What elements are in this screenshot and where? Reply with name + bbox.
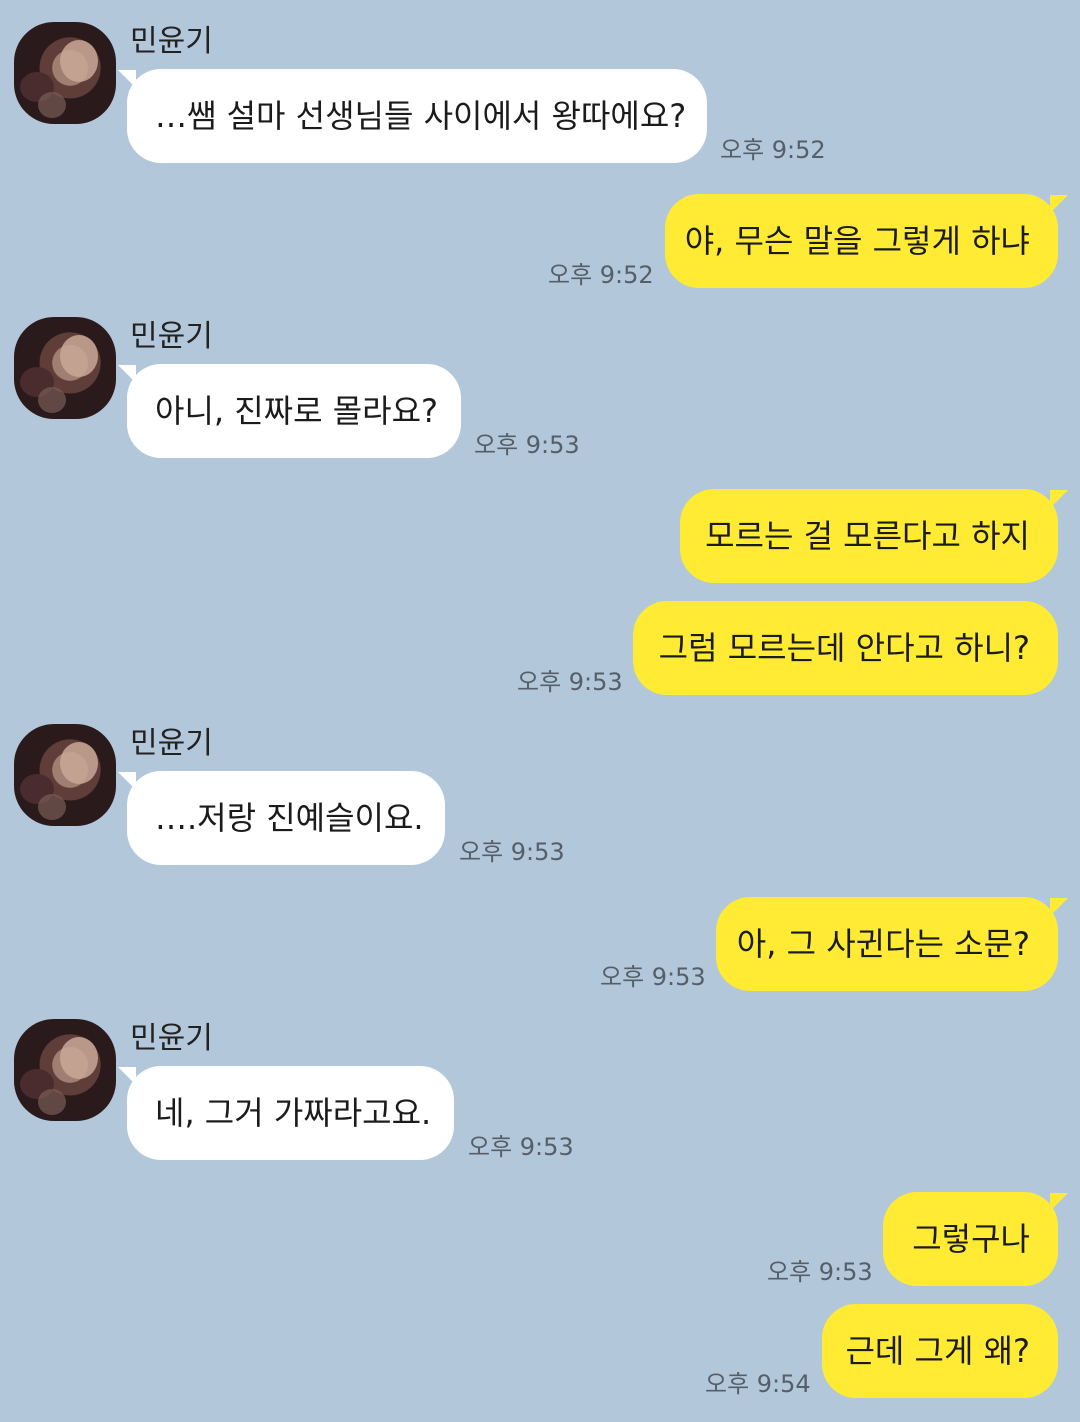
message-text: 야, 무슨 말을 그렇게 하냐 bbox=[684, 222, 1030, 260]
message-text: 근데 그게 왜? bbox=[845, 1332, 1030, 1370]
sender-name: 민윤기 bbox=[130, 319, 213, 354]
message-bubble-incoming[interactable]: 네, 그거 가짜라고요. bbox=[127, 1066, 454, 1160]
message-bubble-outgoing[interactable]: 그럼 모르는데 안다고 하니? bbox=[633, 601, 1058, 695]
message-time: 오후 9:54 bbox=[705, 1370, 811, 1398]
message-bubble-outgoing[interactable]: 아, 그 사귄다는 소문? bbox=[716, 897, 1058, 991]
message-text: 아니, 진짜로 몰라요? bbox=[155, 392, 439, 430]
message-time: 오후 9:53 bbox=[600, 963, 706, 991]
bubble-tail bbox=[1050, 898, 1068, 916]
sender-name: 민윤기 bbox=[130, 726, 213, 761]
sender-name: 민윤기 bbox=[130, 1021, 213, 1056]
message-bubble-outgoing[interactable]: 모르는 걸 모른다고 하지 bbox=[680, 489, 1058, 583]
message-time: 오후 9:53 bbox=[517, 668, 623, 696]
message-text: …쌤 설마 선생님들 사이에서 왕따에요? bbox=[155, 97, 687, 135]
message-bubble-incoming[interactable]: 아니, 진짜로 몰라요? bbox=[127, 364, 461, 458]
message-bubble-outgoing[interactable]: 근데 그게 왜? bbox=[822, 1304, 1058, 1398]
bubble-tail bbox=[1050, 490, 1068, 508]
message-bubble-incoming[interactable]: ….저랑 진예슬이요. bbox=[127, 771, 445, 865]
message-text: ….저랑 진예슬이요. bbox=[155, 799, 424, 837]
chat-area: 민윤기 …쌤 설마 선생님들 사이에서 왕따에요? 오후 9:52 야, 무슨 … bbox=[0, 0, 1080, 1422]
contact-avatar[interactable] bbox=[14, 1019, 116, 1121]
message-time: 오후 9:53 bbox=[459, 838, 565, 866]
message-time: 오후 9:53 bbox=[468, 1133, 574, 1161]
contact-avatar[interactable] bbox=[14, 22, 116, 124]
message-text: 그렇구나 bbox=[912, 1220, 1030, 1258]
message-text: 모르는 걸 모른다고 하지 bbox=[705, 517, 1030, 555]
sender-name: 민윤기 bbox=[130, 24, 213, 59]
message-bubble-incoming[interactable]: …쌤 설마 선생님들 사이에서 왕따에요? bbox=[127, 69, 707, 163]
message-time: 오후 9:52 bbox=[720, 136, 826, 164]
message-time: 오후 9:53 bbox=[474, 431, 580, 459]
contact-avatar[interactable] bbox=[14, 317, 116, 419]
bubble-tail bbox=[1050, 1193, 1068, 1211]
message-bubble-outgoing[interactable]: 야, 무슨 말을 그렇게 하냐 bbox=[665, 194, 1058, 288]
message-text: 그럼 모르는데 안다고 하니? bbox=[658, 629, 1030, 667]
message-time: 오후 9:53 bbox=[767, 1258, 873, 1286]
message-text: 아, 그 사귄다는 소문? bbox=[736, 925, 1030, 963]
contact-avatar[interactable] bbox=[14, 724, 116, 826]
message-time: 오후 9:52 bbox=[548, 261, 654, 289]
message-bubble-outgoing[interactable]: 그렇구나 bbox=[883, 1192, 1058, 1286]
message-text: 네, 그거 가짜라고요. bbox=[155, 1094, 432, 1132]
bubble-tail bbox=[1050, 195, 1068, 213]
